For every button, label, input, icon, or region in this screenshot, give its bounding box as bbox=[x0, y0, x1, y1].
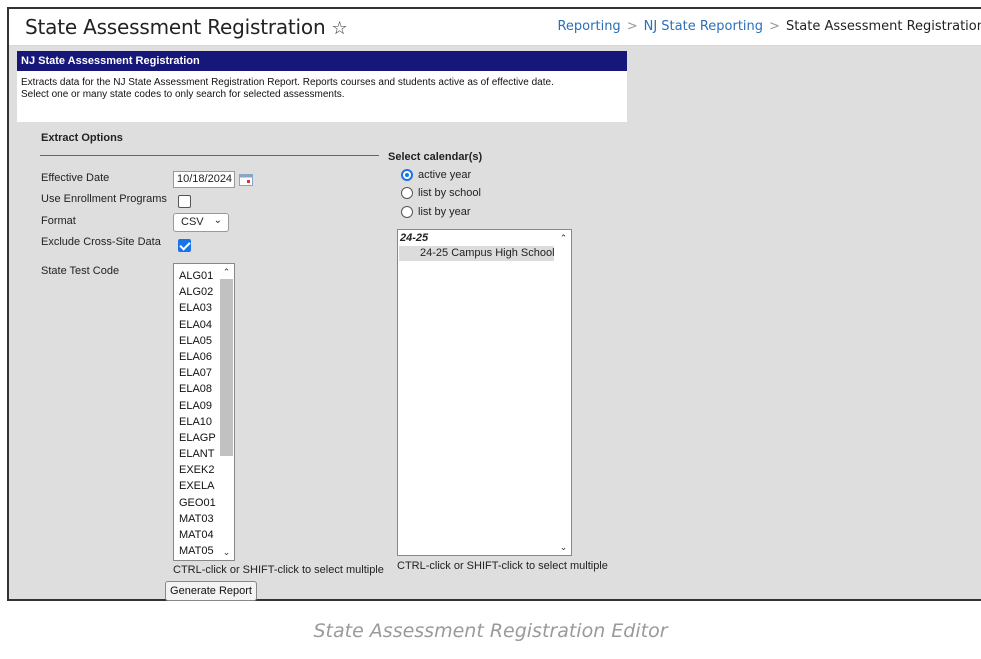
page-title-text: State Assessment Registration bbox=[25, 15, 326, 39]
calendar-group-label: 24-25 bbox=[400, 232, 429, 244]
radio-active-year-label: active year bbox=[418, 169, 472, 181]
state-test-code-label: State Test Code bbox=[41, 265, 120, 277]
breadcrumb-reporting[interactable]: Reporting bbox=[557, 19, 620, 34]
effective-date-input[interactable]: 10/18/2024 bbox=[173, 171, 235, 188]
info-panel: NJ State Assessment Registration Extract… bbox=[17, 51, 627, 122]
scroll-up-icon[interactable]: ⌃ bbox=[556, 231, 571, 245]
format-select[interactable]: CSV ⌄ bbox=[173, 213, 229, 232]
radio-list-by-year-label: list by year bbox=[418, 206, 471, 218]
section-divider bbox=[40, 155, 379, 156]
scroll-down-icon[interactable]: ⌄ bbox=[556, 540, 571, 554]
calendar-icon[interactable] bbox=[239, 173, 253, 186]
exclude-cross-site-checkbox[interactable] bbox=[178, 239, 191, 252]
calendar-list[interactable]: 24-25 24-25 Campus High School ⌃ ⌄ bbox=[397, 229, 572, 556]
scroll-thumb[interactable] bbox=[220, 279, 233, 456]
effective-date-value: 10/18/2024 bbox=[177, 173, 233, 185]
chevron-down-icon: ⌄ bbox=[213, 215, 222, 226]
state-test-code-list[interactable]: ALG01 ALG02 ELA03 ELA04 ELA05 ELA06 ELA07 ELA08… bbox=[173, 263, 235, 561]
radio-list-by-school[interactable] bbox=[401, 187, 413, 199]
radio-list-by-year[interactable] bbox=[401, 206, 413, 218]
state-code-multi-select-hint: CTRL-click or SHIFT-click to select mult… bbox=[173, 564, 384, 576]
chevron-right-icon: > bbox=[626, 19, 638, 34]
chevron-right-icon: > bbox=[769, 19, 780, 34]
exclude-cross-site-label: Exclude Cross-Site Data bbox=[41, 236, 161, 248]
star-icon[interactable]: ☆ bbox=[331, 18, 347, 39]
scrollbar[interactable]: ⌃ ⌄ bbox=[219, 264, 234, 560]
format-label: Format bbox=[41, 215, 76, 227]
page-title: State Assessment Registration ☆ bbox=[25, 15, 348, 39]
page-header: State Assessment Registration ☆ Reporting… bbox=[9, 9, 981, 46]
breadcrumb-current: State Assessment Registration bbox=[785, 19, 981, 34]
use-enrollment-programs-checkbox[interactable] bbox=[178, 195, 191, 208]
scroll-down-icon[interactable]: ⌄ bbox=[219, 545, 234, 559]
panel-description: Extracts data for the NJ State Assessmen… bbox=[17, 71, 627, 107]
extract-options-heading: Extract Options bbox=[41, 132, 123, 144]
select-calendars-heading: Select calendar(s) bbox=[388, 151, 483, 163]
description-line-2: Select one or many state codes to only s… bbox=[21, 89, 345, 100]
figure-caption: State Assessment Registration Editor bbox=[313, 620, 668, 642]
format-value: CSV bbox=[181, 216, 204, 228]
scrollbar[interactable]: ⌃ ⌄ bbox=[556, 230, 571, 555]
panel-title: NJ State Assessment Registration bbox=[17, 51, 627, 71]
generate-report-button[interactable]: Generate Report bbox=[165, 581, 257, 601]
content-area: NJ State Assessment Registration Extract… bbox=[9, 46, 981, 601]
radio-list-by-school-label: list by school bbox=[418, 187, 481, 199]
app-frame: State Assessment Registration ☆ Reporting… bbox=[7, 7, 981, 601]
breadcrumb-nj-state-reporting[interactable]: NJ State Reporting bbox=[644, 19, 763, 34]
scroll-up-icon[interactable]: ⌃ bbox=[219, 265, 234, 279]
effective-date-label: Effective Date bbox=[41, 172, 110, 184]
description-line-1: Extracts data for the NJ State Assessmen… bbox=[21, 77, 554, 88]
breadcrumb: Reporting > NJ State Reporting > State Asses… bbox=[557, 19, 981, 34]
calendar-multi-select-hint: CTRL-click or SHIFT-click to select mult… bbox=[397, 560, 608, 572]
calendar-item[interactable]: 24-25 Campus High School bbox=[399, 246, 555, 261]
use-enrollment-programs-label: Use Enrollment Programs bbox=[41, 193, 167, 205]
radio-active-year[interactable] bbox=[401, 169, 413, 181]
